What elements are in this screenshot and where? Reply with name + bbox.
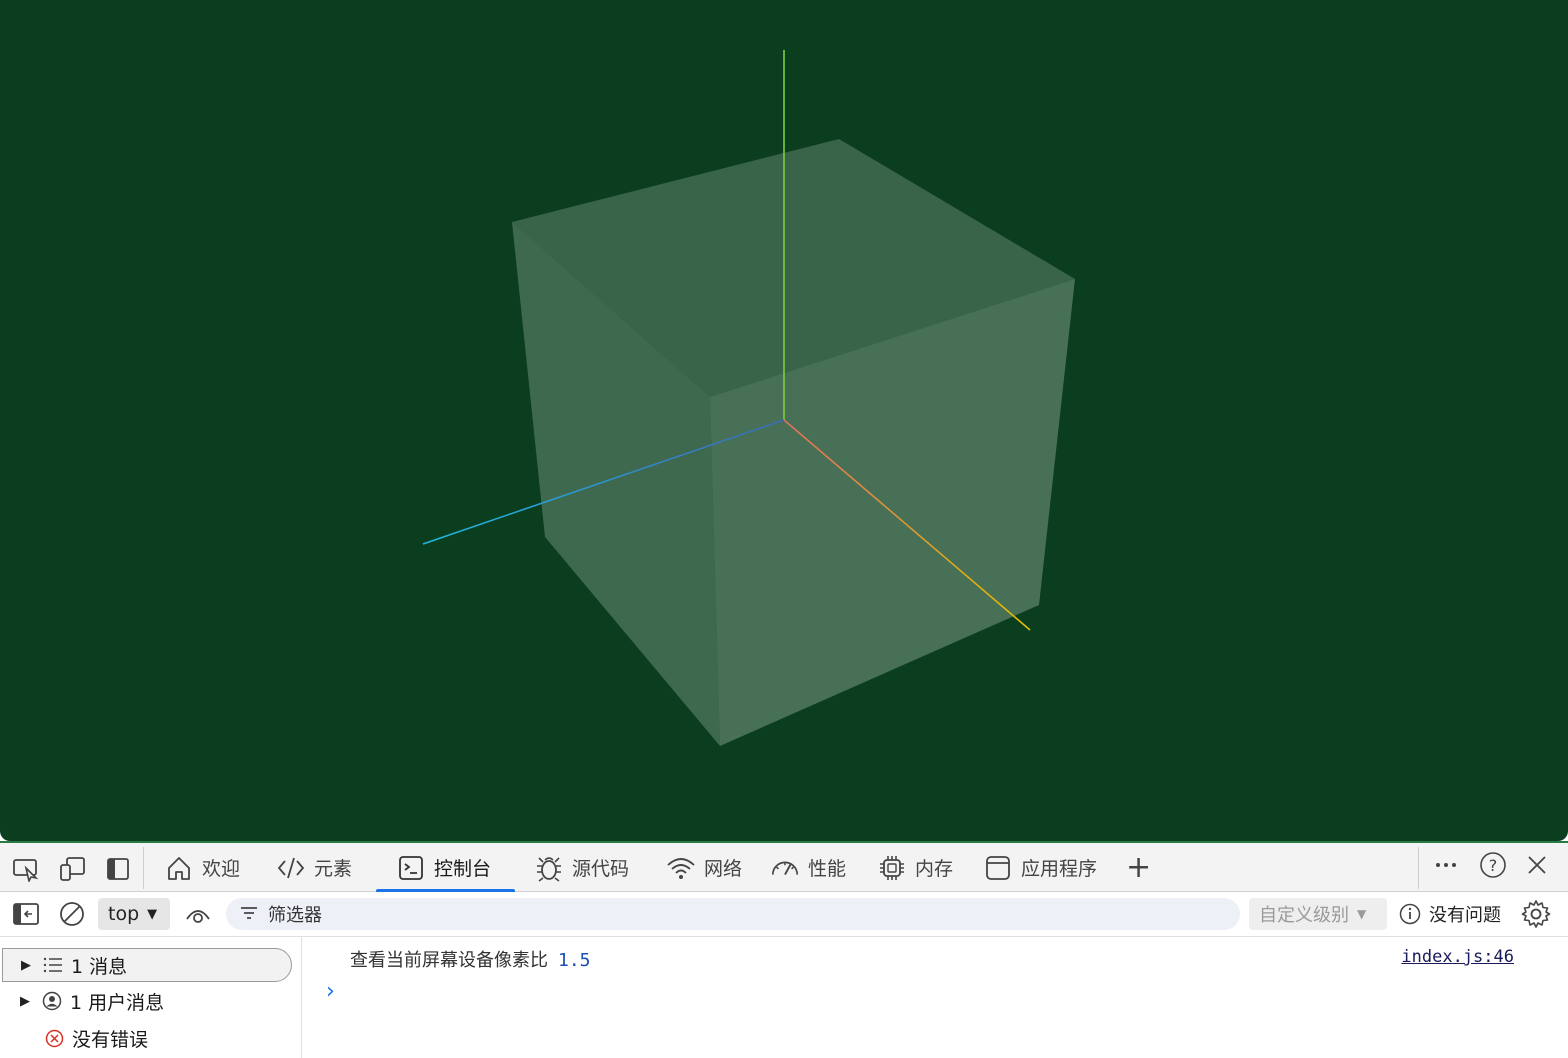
inspect-icon[interactable] [10,853,42,885]
sidebar-item-label: 1 消息 [71,955,128,978]
tab-label: 欢迎 [202,858,241,880]
svg-text:?: ? [1489,856,1498,875]
tab-memory[interactable]: 内存 [877,843,953,892]
tab-label: 应用程序 [1021,858,1098,880]
more-tools-icon[interactable] [1430,849,1462,881]
expand-arrow-icon[interactable]: ▶ [21,958,31,973]
live-expression-icon[interactable] [182,898,214,930]
filter-placeholder: 筛选器 [268,905,322,926]
tab-welcome[interactable]: 欢迎 [164,843,240,892]
tab-network[interactable]: 网络 [666,843,742,892]
sidebar-item-label: 没有错误 [72,1028,149,1051]
tab-label: 元素 [314,858,353,880]
code-icon [276,853,306,883]
context-selector[interactable]: top ▼ [98,898,170,930]
console-output: 查看当前屏幕设备像素比 1.5 index.js:46 › [302,937,1568,1058]
user-icon [42,991,62,1011]
tabbar-divider [143,847,144,889]
console-toolbar: top ▼ 筛选器 自定义级别 ▼ 没有问题 [0,892,1568,937]
clear-console-icon[interactable] [56,898,88,930]
console-sidebar: ▶ 1 消息 ▶ 1 用户消息 没有错误 [0,937,302,1058]
tabbar-divider-right [1418,847,1419,889]
filter-icon [240,904,258,925]
console-message: 查看当前屏幕设备像素比 1.5 [350,946,591,972]
sidebar-item-label: 1 用户消息 [70,991,165,1014]
dropdown-arrow-icon: ▼ [1357,907,1367,921]
device-emulation-icon[interactable] [56,853,88,885]
context-label: top [108,903,140,925]
window-icon [983,853,1013,883]
devtools-panel: 欢迎 元素 控制台 源代码 网络 性能 内存 应用程序 + ? top ▼ 筛选… [0,841,1568,1058]
webgl-canvas[interactable] [0,0,1568,841]
console-prompt[interactable]: › [326,979,335,1004]
devtools-tabbar: 欢迎 元素 控制台 源代码 网络 性能 内存 应用程序 + ? [0,841,1568,893]
help-icon[interactable]: ? [1477,849,1509,881]
dropdown-arrow-icon: ▼ [147,906,158,922]
source-link[interactable]: index.js:46 [1401,947,1514,967]
add-tab-button[interactable]: + [1126,843,1151,892]
log-levels-dropdown[interactable]: 自定义级别 ▼ [1249,898,1387,930]
tab-label: 源代码 [572,858,630,880]
wifi-icon [666,853,696,883]
plus-icon: + [1126,850,1152,885]
sidebar-item-messages[interactable]: ▶ 1 消息 [2,948,292,982]
tab-label: 控制台 [434,858,492,880]
console-icon [396,853,426,883]
message-value: 1.5 [558,950,591,971]
sidebar-item-errors[interactable]: 没有错误 [0,1021,148,1055]
tab-label: 网络 [704,858,743,880]
tab-label: 内存 [915,858,954,880]
sidebar-item-user-messages[interactable]: ▶ 1 用户消息 [0,984,164,1018]
home-icon [164,853,194,883]
tab-application[interactable]: 应用程序 [983,843,1097,892]
chip-icon [877,853,907,883]
gauge-icon [770,853,800,883]
tab-sources[interactable]: 源代码 [534,843,629,892]
issues-button[interactable]: 没有问题 [1399,898,1501,930]
issues-label: 没有问题 [1429,905,1501,926]
expand-arrow-icon[interactable]: ▶ [20,994,30,1009]
bug-icon [534,853,564,883]
tab-performance[interactable]: 性能 [770,843,846,892]
filter-input[interactable]: 筛选器 [226,898,1240,930]
levels-label: 自定义级别 [1259,905,1349,926]
info-icon [1399,903,1421,925]
three-scene [422,50,1075,746]
tab-elements[interactable]: 元素 [276,843,352,892]
message-text: 查看当前屏幕设备像素比 [350,950,548,971]
list-icon [43,956,63,974]
show-sidebar-icon[interactable] [10,898,42,930]
tab-console[interactable]: 控制台 [376,843,515,893]
error-icon [45,1029,64,1048]
tab-label: 性能 [808,858,847,880]
settings-gear-icon[interactable] [1520,898,1552,930]
dock-icon[interactable] [102,853,134,885]
close-icon[interactable] [1521,849,1553,881]
